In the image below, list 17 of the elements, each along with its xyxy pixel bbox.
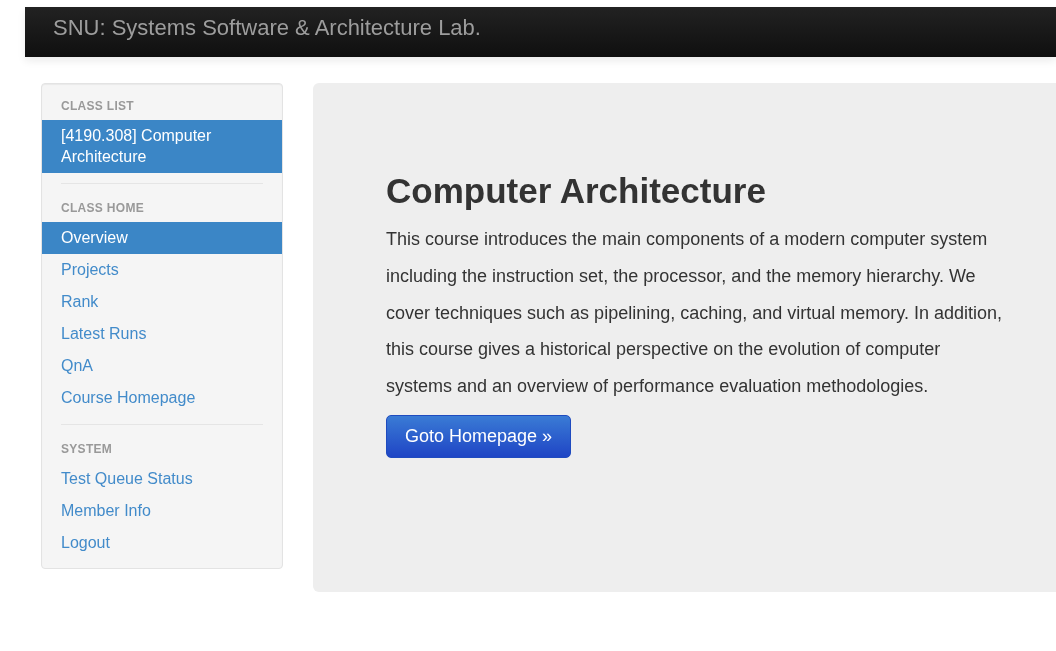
sidebar-item[interactable]: Member Info <box>42 495 282 527</box>
sidebar-item[interactable]: Course Homepage <box>42 382 282 414</box>
sidebar-item[interactable]: [4190.308] Computer Architecture <box>42 120 282 173</box>
sidebar-item[interactable]: QnA <box>42 350 282 382</box>
sidebar-item[interactable]: Projects <box>42 254 282 286</box>
brand-link[interactable]: SNU: Systems Software & Architecture Lab. <box>53 15 481 41</box>
sidebar-item[interactable]: Rank <box>42 286 282 318</box>
sidebar-item[interactable]: Latest Runs <box>42 318 282 350</box>
section-heading: CLASS HOME <box>60 200 145 217</box>
goto-homepage-button[interactable]: Goto Homepage » <box>386 415 572 458</box>
section-heading: CLASS LIST <box>60 98 135 115</box>
sidebar-item[interactable]: Test Queue Status <box>42 463 282 495</box>
sidebar-item[interactable]: Overview <box>42 222 282 254</box>
sidebar-item[interactable]: Logout <box>42 527 282 559</box>
course-title: Computer Architecture <box>386 171 767 211</box>
course-description: This course introduces the main components of a modern computer system including the instruction set, the processor, and the memory hierarchy. We cover techniques such as pipelining, caching, and virtual memory. In addition, this course gives a historical perspective on the evolution of computer systems and an overview of performance evaluation methodologies. <box>386 228 1003 399</box>
section-heading: SYSTEM <box>60 441 114 458</box>
